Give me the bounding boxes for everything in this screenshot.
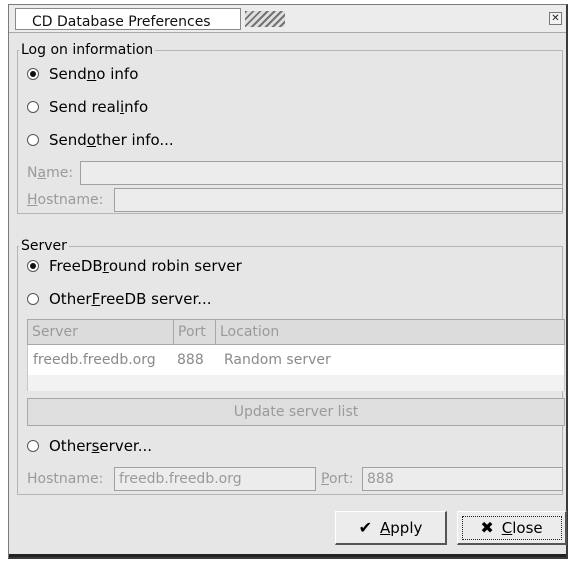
label-text: me: (46, 165, 74, 181)
radio-send-other-info[interactable]: Send o ther info... (27, 130, 174, 150)
column-header-port[interactable]: Port (174, 320, 216, 344)
label-text: ostname: (37, 192, 104, 208)
option-label: ther info... (95, 131, 174, 149)
window-bottom-edge (9, 554, 566, 557)
cell-server: freedb.freedb.org (33, 352, 156, 368)
option-label: ound robin server (108, 257, 242, 275)
server-port-label: Port: (321, 470, 353, 488)
option-label: Send (49, 65, 87, 83)
radio-indicator (27, 101, 39, 113)
apply-label: Apply (380, 519, 422, 537)
close-button[interactable]: ✖ Close (457, 511, 567, 545)
label-text: pply (390, 518, 423, 537)
radio-indicator (27, 293, 39, 305)
mnemonic: A (380, 518, 391, 537)
title-box: CD Database Preferences (15, 8, 241, 30)
title-bar[interactable]: CD Database Preferences ✕ (9, 5, 566, 33)
radio-freedb-round-robin[interactable]: FreeDB r ound robin server (27, 256, 242, 276)
name-label: Name: (27, 164, 73, 182)
label-text: ort: (328, 471, 354, 487)
window-title: CD Database Preferences (32, 14, 211, 30)
server-hostname-label: Hostname: (27, 471, 104, 487)
option-label: erver... (99, 437, 153, 455)
close-label: Close (502, 519, 543, 537)
server-hostname-field[interactable]: freedb.freedb.org (114, 467, 316, 491)
server-list-header: Server Port Location (27, 319, 565, 345)
apply-button[interactable]: ✔ Apply (335, 511, 447, 545)
mnemonic: s (91, 437, 100, 455)
mnemonic: H (27, 192, 38, 208)
mnemonic: n (86, 65, 97, 83)
radio-other-server[interactable]: Other s erver... (27, 436, 152, 456)
close-window-icon[interactable]: ✕ (549, 12, 562, 25)
cell-port: 888 (177, 352, 204, 368)
mnemonic: P (321, 471, 329, 487)
logon-legend: Log on information (19, 42, 156, 58)
column-header-server[interactable]: Server (28, 320, 174, 344)
option-label: Send (49, 131, 87, 149)
checkmark-icon: ✔ (358, 517, 373, 537)
radio-indicator (27, 134, 39, 146)
title-grip[interactable] (245, 11, 285, 27)
name-field[interactable] (80, 161, 563, 185)
radio-indicator (27, 440, 39, 452)
label-text: lose (512, 518, 543, 537)
update-server-list-button[interactable]: Update server list (27, 398, 565, 426)
preferences-dialog: CD Database Preferences ✕ Log on informa… (8, 4, 568, 559)
label-text: N (27, 165, 38, 181)
hostname-field[interactable] (114, 188, 563, 212)
radio-indicator (27, 260, 39, 272)
server-legend: Server (19, 238, 69, 254)
radio-other-freedb-server[interactable]: Other FreeDB server... (27, 289, 212, 309)
table-row[interactable]: freedb.freedb.org 888 Random server (28, 345, 564, 375)
server-port-field[interactable]: 888 (362, 467, 563, 491)
column-header-location[interactable]: Location (216, 320, 564, 344)
option-label: Send real (49, 98, 120, 116)
option-label: nfo (124, 98, 149, 116)
mnemonic: o (86, 131, 96, 149)
server-list: freedb.freedb.org 888 Random server (27, 345, 565, 391)
radio-send-real-info[interactable]: Send real i nfo (27, 97, 148, 117)
option-label: FreeDB (49, 257, 103, 275)
cell-location: Random server (224, 352, 331, 368)
radio-send-no-info[interactable]: Send no info (27, 64, 138, 84)
radio-indicator (27, 68, 39, 80)
close-icon: ✖ (480, 517, 494, 537)
option-label: Other (49, 290, 92, 308)
option-label: reeDB server... (100, 290, 212, 308)
hostname-label: Hostname: (27, 191, 103, 209)
mnemonic: a (37, 165, 47, 181)
mnemonic: C (501, 518, 513, 537)
mnemonic: F (91, 290, 101, 308)
option-label: Other (49, 437, 92, 455)
option-label: o info (96, 65, 139, 83)
